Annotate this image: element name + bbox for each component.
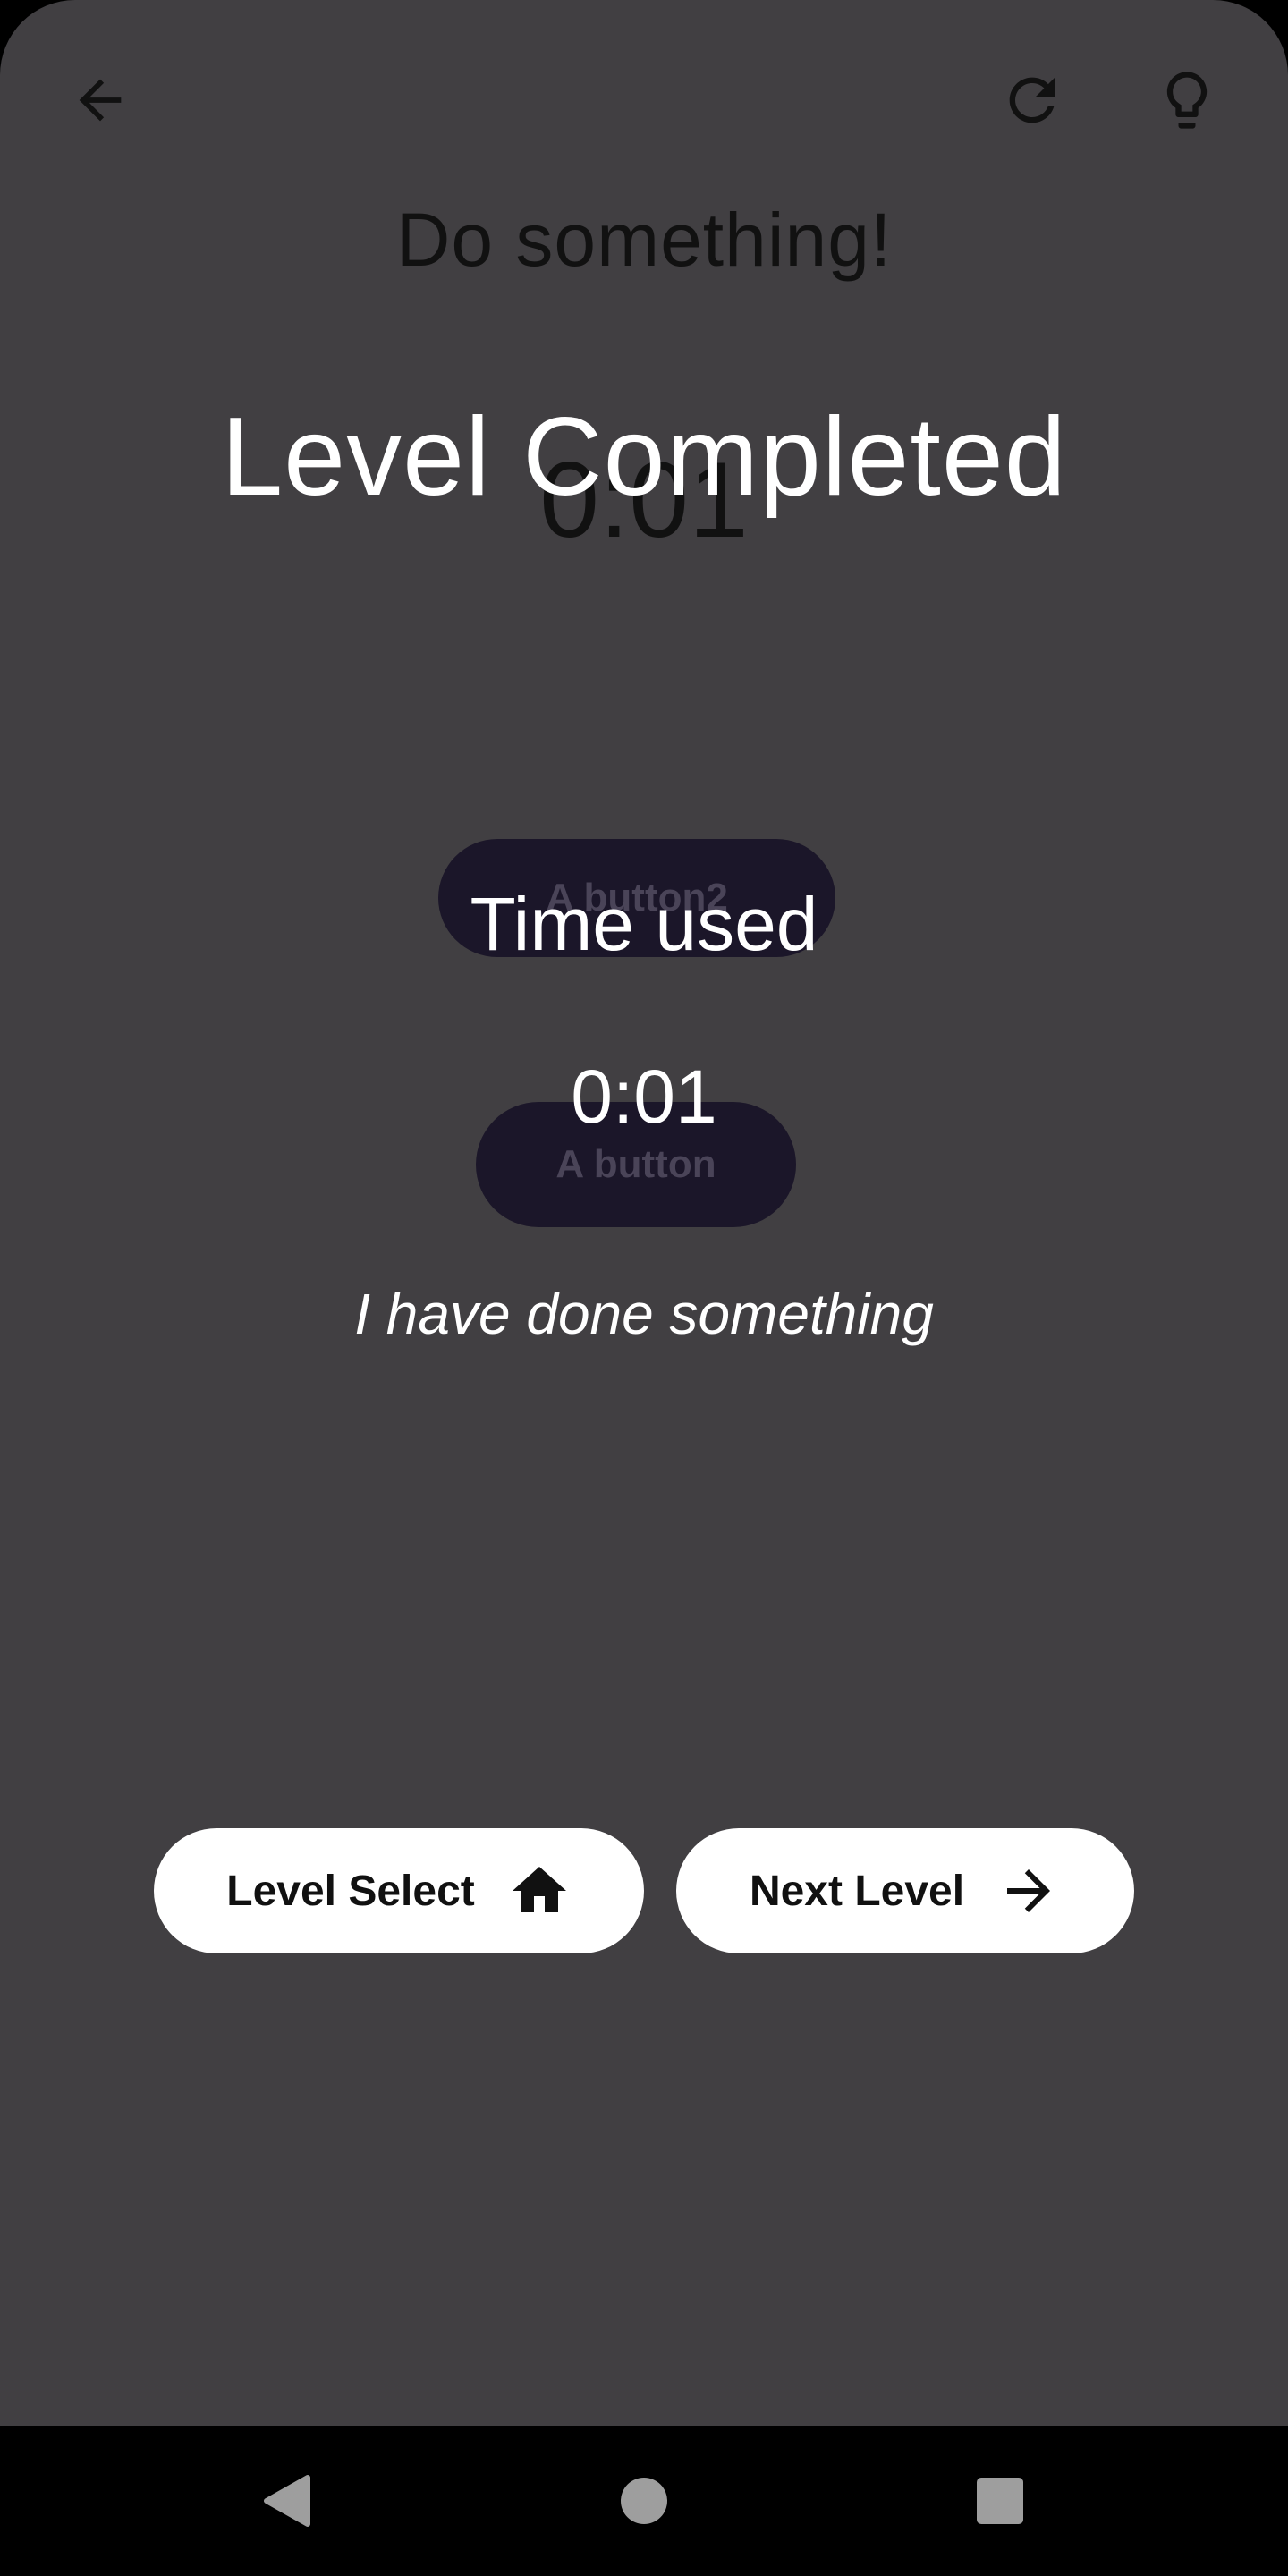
nav-recents-square-icon	[977, 2478, 1023, 2524]
system-navigation-bar	[0, 2426, 1288, 2576]
home-icon	[512, 1867, 566, 1912]
nav-recents-button[interactable]	[955, 2456, 1045, 2546]
refresh-icon	[1009, 77, 1055, 123]
lightbulb-icon	[1166, 72, 1208, 129]
app-screen: Do something! 0:01 A button2 A button Le…	[0, 0, 1288, 2426]
hint-button[interactable]	[1133, 47, 1241, 154]
back-button[interactable]	[47, 47, 154, 154]
next-level-label: Next Level	[749, 1867, 965, 1915]
nav-back-triangle-icon	[264, 2475, 310, 2527]
nav-home-button[interactable]	[599, 2456, 689, 2546]
arrow-right-icon	[1007, 1869, 1051, 1912]
level-instruction: Do something!	[395, 198, 893, 282]
nav-home-circle-icon	[621, 2478, 667, 2524]
level-select-button[interactable]: Level Select	[154, 1828, 644, 1953]
next-level-button[interactable]: Next Level	[676, 1828, 1134, 1953]
nav-back-button[interactable]	[242, 2456, 331, 2546]
completion-message: I have done something	[354, 1282, 934, 1346]
time-used-value: 0:01	[571, 1055, 717, 1139]
level-completed-title: Level Completed	[221, 395, 1067, 519]
restart-button[interactable]	[979, 47, 1086, 154]
time-used-label: Time used	[470, 882, 818, 966]
arrow-left-icon	[79, 79, 122, 122]
level-select-label: Level Select	[226, 1867, 475, 1915]
